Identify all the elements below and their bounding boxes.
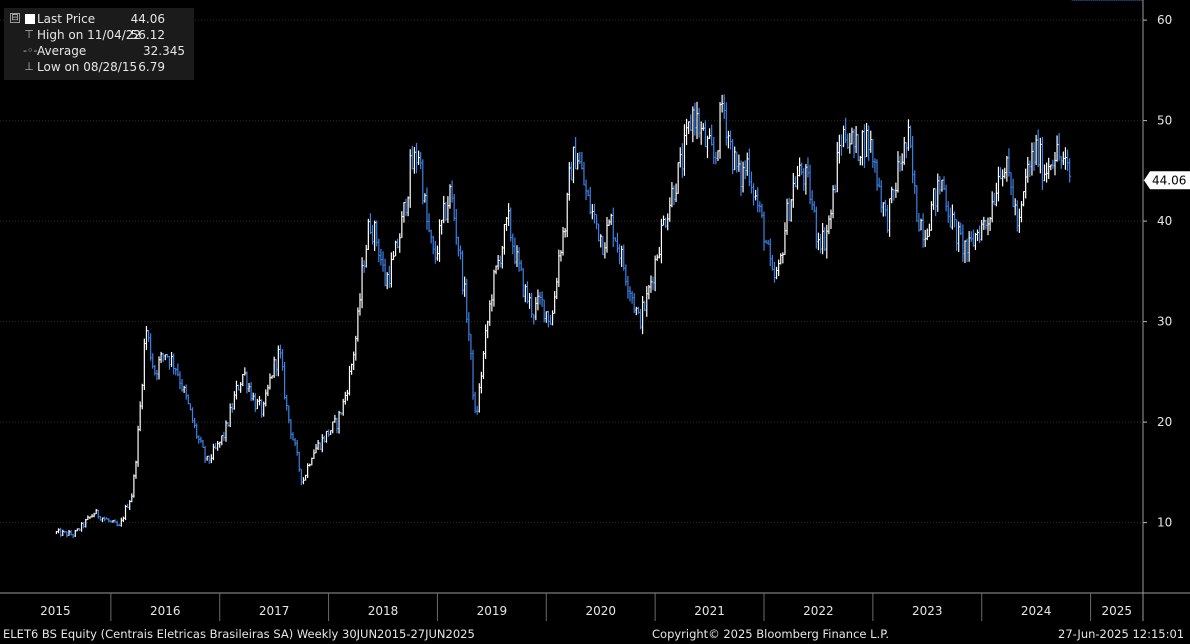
x-tick-label: 2024	[1021, 604, 1052, 618]
y-tick-label: 30	[1157, 315, 1172, 329]
x-tick-label: 2021	[694, 604, 725, 618]
y-tick-label: 20	[1157, 415, 1172, 429]
footer-timestamp: 27-Jun-2025 12:15:01	[1058, 627, 1185, 641]
x-tick-label: 2016	[150, 604, 181, 618]
x-tick-label: 2020	[585, 604, 616, 618]
legend-label: Last Price	[37, 12, 96, 26]
x-tick-label: 2018	[368, 604, 399, 618]
legend-row-last-price: ⊟ Last Price 44.06	[4, 11, 190, 27]
last-price-tag-label: 44.06	[1152, 173, 1186, 187]
legend-label: Average	[37, 44, 87, 58]
price-bars	[55, 0, 1145, 539]
legend-row-high: ⊤ High on 11/04/22 56.12	[4, 27, 190, 43]
y-tick-label: 40	[1157, 214, 1172, 228]
high-marker-icon: ⊤	[24, 28, 34, 41]
legend-row-average: -◦- Average 32.345	[4, 43, 190, 59]
legend-value: 56.12	[130, 28, 165, 42]
price-chart: 10 20 30 40 50 60 2015 2016 2017 2018 2019 2020 2021…	[0, 0, 1190, 621]
x-tick-label: 2017	[259, 604, 290, 618]
legend-row-low: ⊥ Low on 08/28/15 6.79	[4, 59, 190, 75]
x-tick-label: 2015	[40, 604, 71, 618]
x-tick-label: 2025	[1102, 604, 1133, 618]
x-tick-label: 2023	[912, 604, 943, 618]
y-tick-label: 60	[1157, 13, 1172, 27]
legend-value: 44.06	[130, 12, 165, 26]
legend-label: High on 11/04/22	[37, 28, 142, 42]
chart-legend: ⊟ Last Price 44.06 ⊤ High on 11/04/22 56…	[4, 8, 194, 80]
average-marker-icon: -◦-	[23, 44, 38, 57]
low-marker-icon: ⊥	[24, 60, 34, 73]
legend-value: 32.345	[143, 44, 185, 58]
footer-copyright: Copyright© 2025 Bloomberg Finance L.P.	[652, 627, 889, 641]
y-tick-label: 10	[1157, 516, 1172, 530]
y-tick-label: 50	[1157, 114, 1172, 128]
last-price-swatch-icon	[25, 14, 35, 24]
footer-security-description: ELET6 BS Equity (Centrais Eletricas Bras…	[3, 627, 475, 641]
x-tick-label: 2019	[477, 604, 508, 618]
legend-value: 6.79	[138, 60, 165, 74]
x-tick-label: 2022	[803, 604, 834, 618]
legend-label: Low on 08/28/15	[37, 60, 138, 74]
legend-collapse-icon[interactable]: ⊟	[10, 13, 20, 23]
